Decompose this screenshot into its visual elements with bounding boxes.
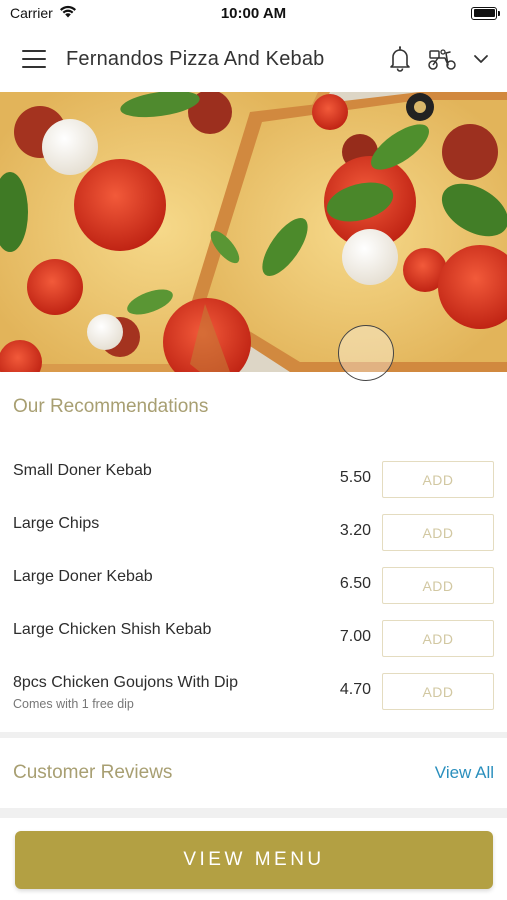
item-price: 4.70 [339,681,371,698]
list-item: Large Chips 3.20 ADD [0,505,507,558]
reviews-section: Customer Reviews View All [0,740,507,806]
chevron-down-icon[interactable] [473,54,489,64]
nav-actions [389,46,489,72]
status-left: Carrier [10,5,77,21]
add-button[interactable]: ADD [382,673,494,710]
recommendations-list: Small Doner Kebab 5.50 ADD Large Chips 3… [0,452,507,717]
list-item: Large Chicken Shish Kebab 7.00 ADD [0,611,507,664]
view-menu-button[interactable]: VIEW MENU [15,831,493,889]
add-button[interactable]: ADD [382,461,494,498]
item-name: Large Chips [13,515,100,532]
item-name: Small Doner Kebab [13,462,152,479]
item-price: 6.50 [339,575,371,592]
carousel-indicator[interactable] [338,325,394,381]
reviews-title: Customer Reviews [13,762,173,783]
list-item: Large Doner Kebab 6.50 ADD [0,558,507,611]
item-price: 7.00 [339,628,371,645]
section-divider [0,732,507,738]
item-name: Large Doner Kebab [13,568,153,585]
item-price: 3.20 [339,522,371,539]
item-name: 8pcs Chicken Goujons With Dip [13,674,238,691]
recommendations-title: Our Recommendations [13,396,209,417]
wifi-icon [59,5,77,21]
battery-icon [471,6,500,20]
item-name: Large Chicken Shish Kebab [13,621,212,638]
list-item: 8pcs Chicken Goujons With Dip Comes with… [0,664,507,717]
carrier-label: Carrier [10,5,53,21]
list-item: Small Doner Kebab 5.50 ADD [0,452,507,505]
add-button[interactable]: ADD [382,567,494,604]
item-description: Comes with 1 free dip [13,697,134,711]
restaurant-title: Fernandos Pizza And Kebab [66,47,325,70]
scooter-icon[interactable] [427,47,457,71]
item-price: 5.50 [339,469,371,486]
top-nav: Fernandos Pizza And Kebab [0,26,507,92]
bell-icon[interactable] [389,46,411,72]
add-button[interactable]: ADD [382,514,494,551]
status-bar: Carrier 10:00 AM [0,0,507,26]
view-all-link[interactable]: View All [435,763,494,783]
hero-pizza-image [0,92,507,372]
add-button[interactable]: ADD [382,620,494,657]
app-screen: Carrier 10:00 AM Fernandos Pizza And Keb… [0,0,507,900]
menu-icon[interactable] [22,50,46,68]
